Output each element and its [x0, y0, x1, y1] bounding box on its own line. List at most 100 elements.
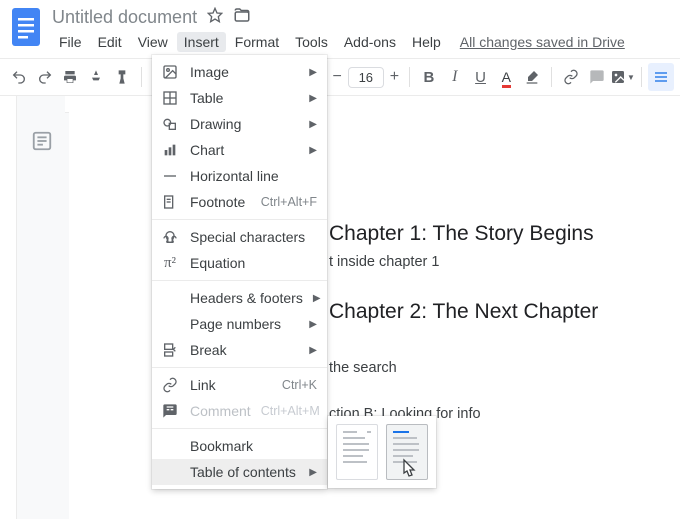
insert-image[interactable]: Image▶ — [152, 59, 327, 85]
print-button[interactable] — [58, 63, 84, 91]
insert-comment: Comment Ctrl+Alt+M — [152, 398, 327, 424]
insert-drawing[interactable]: Drawing ▶ — [152, 111, 327, 137]
paragraph-2[interactable]: the search — [329, 360, 598, 376]
insert-link[interactable]: Link Ctrl+K — [152, 372, 327, 398]
add-comment-button[interactable] — [584, 63, 610, 91]
save-status[interactable]: All changes saved in Drive — [460, 34, 625, 50]
paint-format-button[interactable] — [109, 63, 135, 91]
special-icon — [160, 227, 180, 247]
highlight-color-button[interactable] — [519, 63, 545, 91]
spellcheck-button[interactable] — [83, 63, 109, 91]
menu-edit[interactable]: Edit — [91, 32, 129, 52]
docs-logo-icon[interactable] — [8, 4, 44, 52]
menu-item-label: Table of contents — [190, 464, 299, 480]
break-icon — [160, 340, 180, 360]
redo-button[interactable] — [32, 63, 58, 91]
menu-bar: FileEditViewInsertFormatToolsAdd-onsHelp… — [52, 30, 672, 54]
vertical-ruler[interactable] — [0, 96, 17, 519]
menu-item-label: Image — [190, 64, 299, 80]
submenu-arrow-icon: ▶ — [309, 119, 317, 130]
decrease-font-icon[interactable]: − — [332, 68, 341, 86]
table-icon — [160, 88, 180, 108]
increase-font-icon[interactable]: + — [390, 68, 399, 86]
toolbar-separator — [641, 67, 642, 87]
insert-headers-footers[interactable]: Headers & footers▶ — [152, 285, 327, 311]
insert-page-numbers[interactable]: Page numbers ▶ — [152, 311, 327, 337]
menu-shortcut: Ctrl+Alt+F — [261, 195, 317, 209]
submenu-arrow-icon: ▶ — [309, 319, 317, 330]
menu-item-label: Horizontal line — [190, 168, 317, 184]
menu-insert[interactable]: Insert — [177, 32, 226, 52]
insert-horizontal-line[interactable]: Horizontal line — [152, 163, 327, 189]
drawing-icon — [160, 114, 180, 134]
insert-link-button[interactable] — [558, 63, 584, 91]
image-icon — [160, 62, 180, 82]
insert-table-of-contents[interactable]: Table of contents ▶ — [152, 459, 327, 485]
menu-shortcut: Ctrl+Alt+M — [261, 404, 320, 418]
none-icon — [160, 288, 180, 308]
insert-footnote[interactable]: Footnote Ctrl+Alt+F — [152, 189, 327, 215]
insert-equation[interactable]: π² Equation — [152, 250, 327, 276]
insert-menu-dropdown: Image▶Table▶Drawing▶Chart▶Horizontal lin… — [152, 55, 327, 489]
menu-help[interactable]: Help — [405, 32, 448, 52]
heading-chapter-1[interactable]: Chapter 1: The Story Begins — [329, 222, 598, 246]
equation-icon: π² — [160, 253, 180, 273]
menu-format[interactable]: Format — [228, 32, 286, 52]
underline-button[interactable]: U — [468, 63, 494, 91]
menu-separator — [152, 367, 327, 368]
insert-image-button[interactable]: ▼ — [610, 63, 636, 91]
menu-tools[interactable]: Tools — [288, 32, 335, 52]
insert-table[interactable]: Table ▶ — [152, 85, 327, 111]
left-gutter — [17, 96, 65, 519]
insert-bookmark[interactable]: Bookmark — [152, 433, 327, 459]
menu-separator — [152, 219, 327, 220]
menu-file[interactable]: File — [52, 32, 89, 52]
menu-view[interactable]: View — [131, 32, 175, 52]
submenu-arrow-icon: ▶ — [309, 345, 317, 356]
move-icon[interactable] — [233, 6, 251, 29]
pointer-cursor-icon — [400, 458, 420, 485]
submenu-arrow-icon: ▶ — [309, 145, 317, 156]
menu-separator — [152, 280, 327, 281]
menu-item-label: Page numbers — [190, 316, 299, 332]
paragraph-1[interactable]: t inside chapter 1 — [329, 254, 598, 270]
menu-item-label: Break — [190, 342, 299, 358]
menu-item-label: Bookmark — [190, 438, 317, 454]
menu-item-label: Headers & footers — [190, 290, 303, 306]
insert-special-characters[interactable]: Special characters — [152, 224, 327, 250]
submenu-arrow-icon: ▶ — [309, 93, 317, 104]
insert-chart[interactable]: Chart ▶ — [152, 137, 327, 163]
heading-chapter-2[interactable]: Chapter 2: The Next Chapter — [329, 300, 598, 324]
document-title[interactable]: Untitled document — [52, 7, 197, 28]
menu-shortcut: Ctrl+K — [282, 378, 317, 392]
star-icon[interactable] — [207, 7, 223, 28]
menu-item-label: Footnote — [190, 194, 251, 210]
bold-button[interactable]: B — [416, 63, 442, 91]
font-size-value[interactable]: 16 — [348, 67, 384, 88]
toolbar-separator — [141, 67, 142, 87]
menu-item-label: Link — [190, 377, 272, 393]
font-size-control[interactable]: − 16 + — [328, 67, 403, 88]
none-icon — [160, 462, 180, 482]
link-icon — [160, 375, 180, 395]
menu-item-label: Chart — [190, 142, 299, 158]
menu-item-label: Comment — [190, 403, 251, 419]
none-icon — [160, 436, 180, 456]
menu-item-label: Table — [190, 90, 299, 106]
submenu-arrow-icon: ▶ — [309, 467, 317, 478]
document-outline-icon[interactable] — [31, 130, 53, 152]
toolbar: − 16 + B I U A ▼ — [0, 58, 680, 96]
toc-option-plain[interactable] — [336, 424, 378, 480]
menu-add-ons[interactable]: Add-ons — [337, 32, 403, 52]
menu-separator — [152, 428, 327, 429]
italic-button[interactable]: I — [442, 63, 468, 91]
undo-button[interactable] — [6, 63, 32, 91]
toolbar-separator — [409, 67, 410, 87]
text-color-button[interactable]: A — [493, 63, 519, 91]
menu-item-label: Drawing — [190, 116, 299, 132]
footnote-icon — [160, 192, 180, 212]
insert-break[interactable]: Break ▶ — [152, 337, 327, 363]
align-button[interactable] — [648, 63, 674, 91]
menu-item-label: Equation — [190, 255, 317, 271]
chart-icon — [160, 140, 180, 160]
